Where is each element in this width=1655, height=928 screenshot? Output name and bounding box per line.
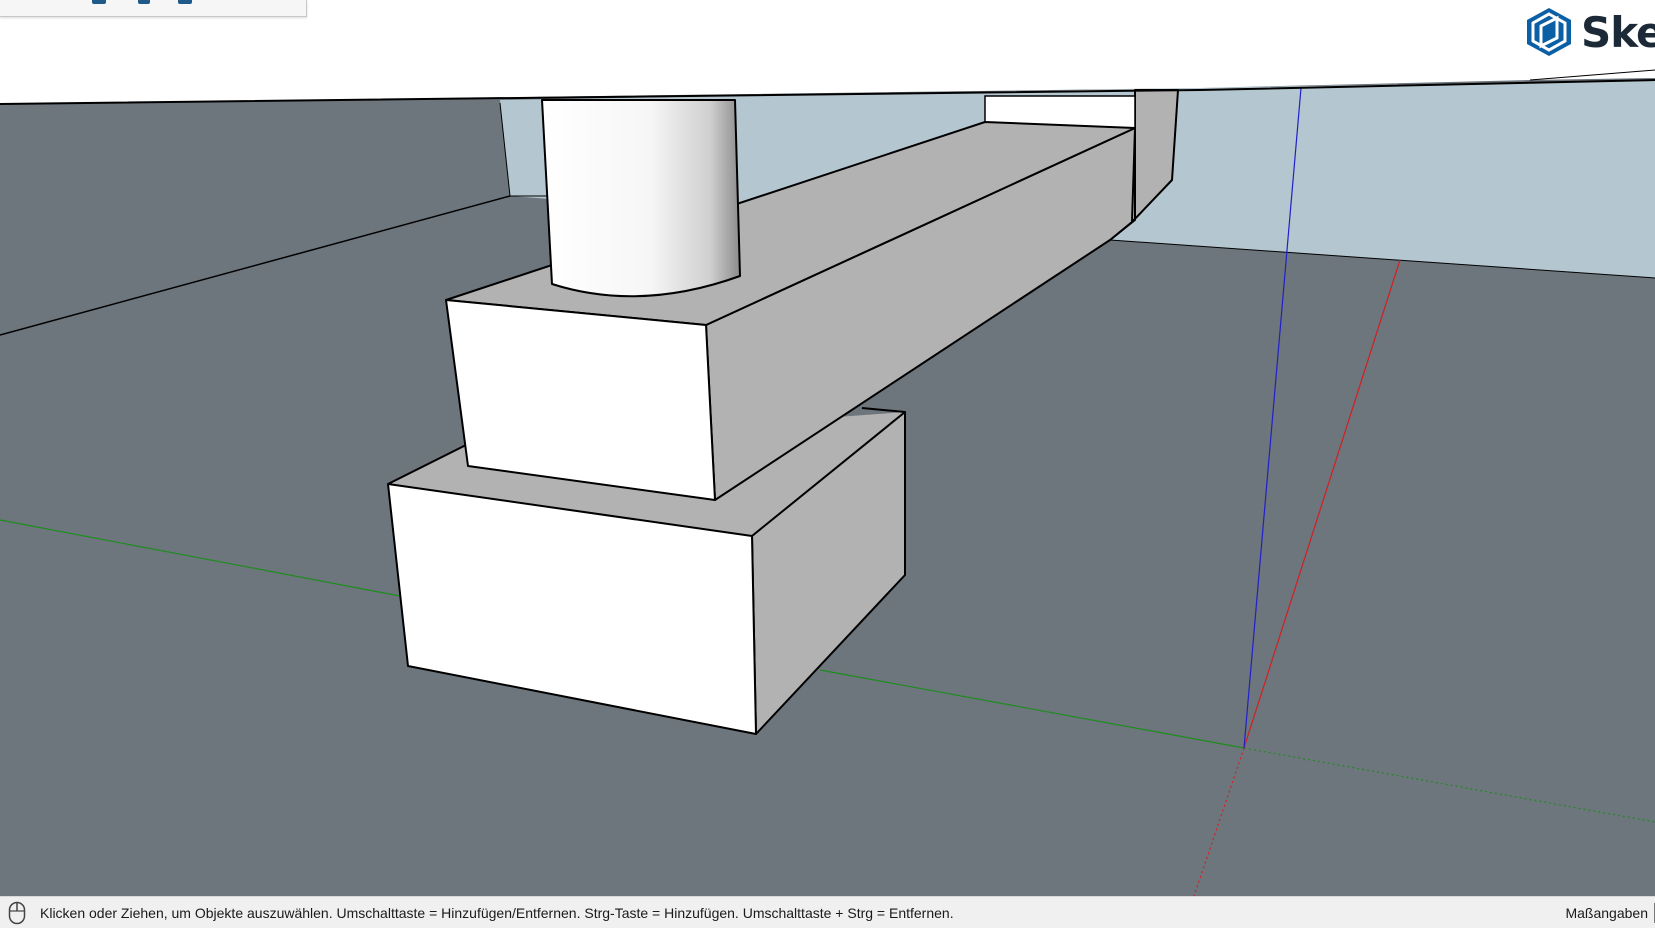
sketchup-window: SketchUp Klicken oder Ziehen, um Objekte… bbox=[0, 0, 1655, 928]
scene-canvas[interactable] bbox=[0, 0, 1655, 896]
brand-logo: SketchUp bbox=[1525, 4, 1655, 64]
measurements-label: Maßangaben bbox=[1565, 904, 1648, 921]
model-viewport[interactable] bbox=[0, 0, 1655, 896]
status-message: Klicken oder Ziehen, um Objekte auszuwäh… bbox=[40, 904, 954, 921]
column-cylinder[interactable] bbox=[541, 99, 741, 298]
toolbar-tool-icon[interactable] bbox=[138, 0, 150, 4]
sketchup-logo-icon bbox=[1527, 8, 1571, 56]
mouse-icon bbox=[8, 901, 26, 924]
brand-text: SketchUp bbox=[1581, 8, 1655, 57]
status-bar: Klicken oder Ziehen, um Objekte auszuwäh… bbox=[0, 896, 1655, 928]
toolbar-tool-icon[interactable] bbox=[92, 0, 106, 4]
toolbar bbox=[0, 0, 307, 17]
toolbar-tool-icon[interactable] bbox=[178, 0, 192, 4]
